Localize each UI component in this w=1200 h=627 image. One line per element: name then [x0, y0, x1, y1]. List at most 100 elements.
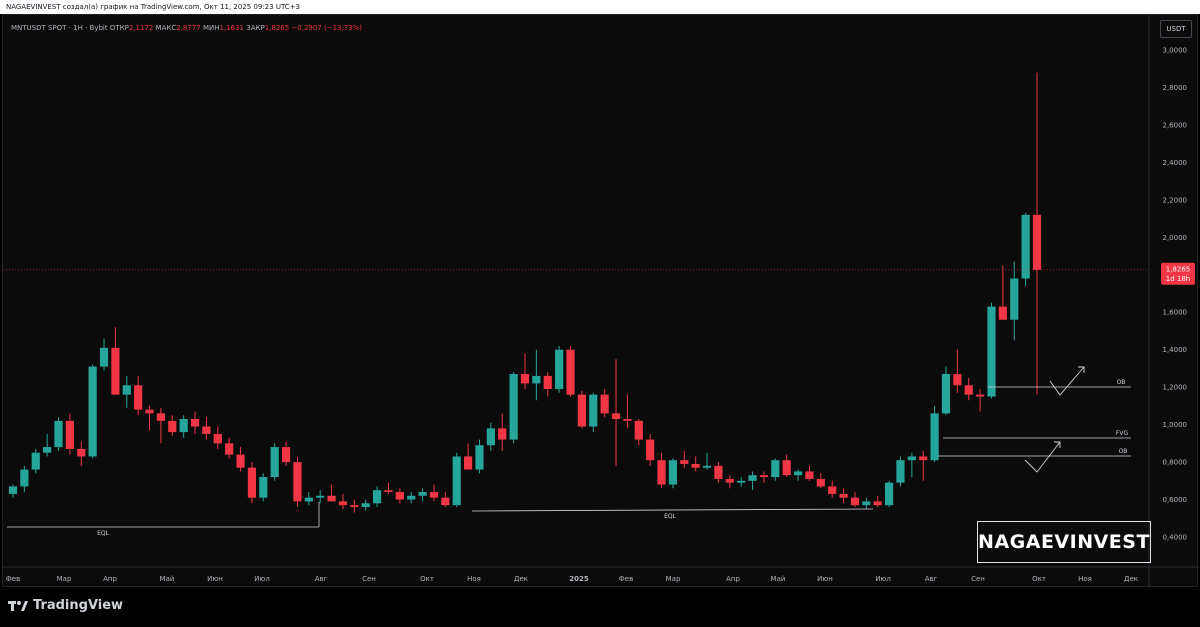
y-tick-label: 1,0000	[1163, 421, 1188, 429]
candle-body	[247, 467, 257, 498]
candle-body	[145, 409, 154, 414]
x-tick-label: 2025	[569, 575, 589, 583]
candle-body	[350, 505, 359, 508]
candle-body	[600, 394, 609, 414]
candle-body	[281, 447, 291, 463]
candle-body	[498, 428, 507, 440]
eql-label-2: EQL	[664, 513, 677, 520]
candle-body	[486, 428, 495, 446]
currency-button[interactable]: USDT	[1160, 20, 1192, 38]
y-tick-label: 0,4000	[1163, 534, 1188, 542]
candle-body	[634, 420, 643, 440]
candle-body	[54, 420, 63, 448]
candle-body	[77, 448, 86, 457]
x-tick-label: Дек	[514, 575, 528, 583]
x-tick-label: Мар	[666, 575, 681, 583]
x-tick-label: Сен	[362, 575, 376, 583]
candle-body	[156, 413, 166, 421]
tradingview-logo[interactable]: TradingView	[8, 598, 123, 613]
x-tick-label: Авг	[925, 575, 938, 583]
candle-body	[964, 385, 973, 395]
x-tick-label: Май	[160, 575, 175, 583]
x-tick-label: Апр	[726, 575, 740, 583]
y-tick-label: 1,4000	[1163, 346, 1188, 354]
candle-body	[338, 501, 348, 506]
eql-line-2[interactable]	[471, 508, 874, 512]
y-tick-label: 3,0000	[1163, 47, 1188, 55]
x-tick-label: Июн	[207, 575, 223, 583]
author-watermark: NAGAEVINVEST	[977, 521, 1151, 563]
candle-body	[862, 501, 871, 506]
x-tick-label: Окт	[1032, 575, 1046, 583]
candle-body	[737, 480, 746, 483]
candle-body	[543, 375, 552, 390]
brand-name: TradingView	[33, 598, 124, 613]
candle-body	[407, 495, 416, 500]
y-tick-label: 1,2000	[1163, 384, 1188, 392]
candle-body	[976, 394, 985, 397]
x-tick-label: Ноя	[1078, 575, 1092, 583]
candle-body	[1010, 278, 1019, 320]
projection-arrow-upper[interactable]	[1049, 366, 1085, 396]
y-tick-label: 0,8000	[1163, 459, 1188, 467]
candle-body	[725, 478, 734, 483]
candle-body	[1021, 214, 1030, 279]
candle-body	[919, 456, 928, 461]
x-tick-label: Фев	[619, 575, 633, 583]
legend-change: −0,2907 (−13,73%)	[291, 24, 362, 32]
projection-arrow-lower[interactable]	[1024, 441, 1061, 473]
candle-body	[680, 460, 689, 464]
x-tick-label: Апр	[103, 575, 117, 583]
candle-body	[884, 482, 894, 506]
candlestick-chart[interactable]: MNTUSDT SPOT · 1H · Bybit ОТКР2,1172 МАК…	[3, 15, 1199, 588]
candle-body	[816, 478, 825, 487]
candle-body	[839, 493, 848, 498]
ob-label-upper: OB	[1117, 379, 1126, 386]
candle-body	[361, 503, 370, 508]
candle-body	[65, 420, 74, 449]
candle-body	[589, 394, 598, 427]
candle-body	[31, 452, 40, 470]
candle-body	[8, 486, 18, 494]
candle-body	[520, 374, 530, 384]
legend-high-label: МАКС	[156, 24, 177, 32]
candle-body	[987, 306, 996, 397]
candle-body	[805, 471, 814, 479]
candle-body	[293, 462, 302, 502]
legend-close-value: 1,8265	[265, 24, 292, 32]
header-text: NAGAEVINVEST создал(а) график на Trading…	[6, 3, 301, 11]
y-tick-label: 2,2000	[1163, 196, 1188, 204]
candle-body	[441, 497, 450, 506]
legend-low-value: 1,1631	[220, 24, 247, 32]
candle-body	[270, 447, 279, 478]
candle-body	[168, 420, 177, 433]
candle-body	[99, 347, 109, 367]
candle-body	[611, 413, 621, 419]
chart-area[interactable]: MNTUSDT SPOT · 1H · Bybit ОТКР2,1172 МАК…	[2, 14, 1199, 588]
x-tick-label: Ноя	[467, 575, 481, 583]
last-price-value: 1,8265	[1166, 265, 1191, 273]
x-tick-label: Июл	[254, 575, 270, 583]
y-tick-label: 2,6000	[1163, 121, 1188, 129]
candle-body	[646, 439, 655, 461]
eql-label-1: EQL	[97, 530, 110, 537]
candle-body	[190, 418, 200, 427]
candle-body	[828, 486, 837, 494]
candle-body	[88, 366, 97, 457]
candle-body	[759, 475, 769, 478]
last-price-countdown: 1d 18h	[1166, 275, 1190, 283]
x-tick-label: Май	[771, 575, 786, 583]
candle-body	[953, 374, 962, 386]
candle-body	[464, 456, 473, 470]
candle-body	[202, 426, 211, 434]
candle-body	[998, 306, 1007, 320]
candle-body	[532, 375, 541, 384]
candle-body	[691, 463, 700, 468]
candle-body	[771, 460, 780, 478]
candle-body	[452, 456, 461, 506]
candle-body	[793, 471, 803, 476]
x-tick-label: Сен	[971, 575, 985, 583]
chart-header: NAGAEVINVEST создал(а) график на Trading…	[0, 0, 1200, 14]
legend-open-value: 2,1172	[129, 24, 156, 32]
candle-body	[850, 497, 860, 506]
